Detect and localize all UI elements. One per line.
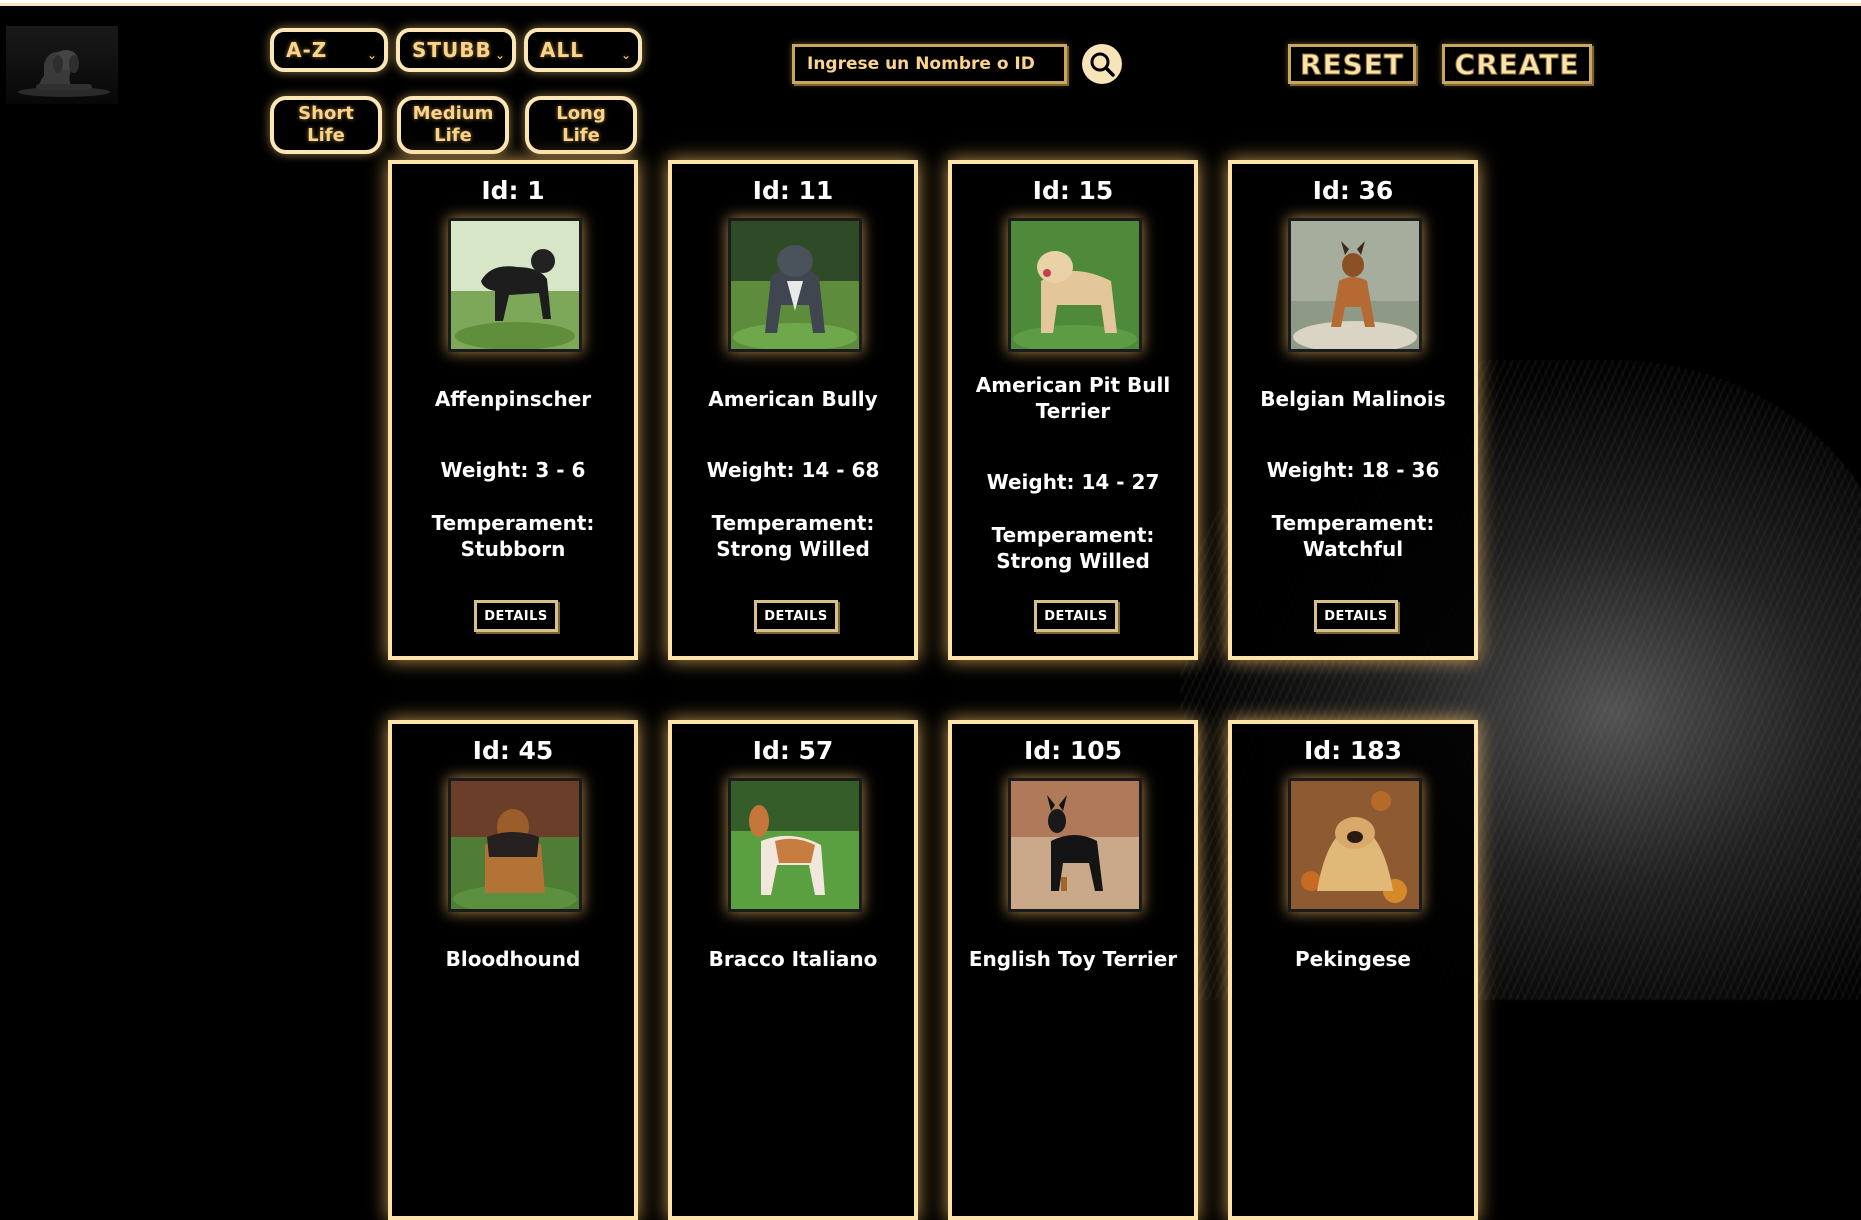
card-name: Belgian Malinois <box>1260 387 1446 411</box>
dog-photo <box>728 778 862 912</box>
dog-card: Id: 57 Bracco Italiano <box>668 720 918 1220</box>
card-name: English Toy Terrier <box>968 947 1178 971</box>
dog-photo <box>1008 218 1142 352</box>
temperament-value: Watchful <box>1302 537 1404 561</box>
long-life-label: Long Life <box>556 103 606 146</box>
reset-label: RESET <box>1299 47 1405 81</box>
sort-select-value: A-Z <box>286 38 328 62</box>
dog-card: Id: 183 Pekingese <box>1228 720 1478 1220</box>
card-name: Bloodhound <box>445 947 581 971</box>
card-weight: Weight: 3 - 6 <box>440 458 586 482</box>
dog-photo <box>448 218 582 352</box>
card-id: Id: 11 <box>752 176 834 205</box>
temperament-select-value: STUBB <box>412 38 492 62</box>
sort-select[interactable]: A-Z ⌄ <box>270 28 388 72</box>
chevron-down-icon: ⌄ <box>366 48 378 62</box>
temperament-label: Temperament: <box>431 511 595 535</box>
dog-photo <box>1288 218 1422 352</box>
medium-life-label: Medium Life <box>412 103 494 146</box>
dog-card: Id: 15 American Pit Bull Terrier Weight:… <box>948 160 1198 660</box>
card-name: Pekingese <box>1295 947 1411 971</box>
card-weight: Weight: 14 - 68 <box>706 458 880 482</box>
short-life-button[interactable]: Short Life <box>270 96 382 154</box>
temperament-select[interactable]: STUBB ⌄ <box>396 28 516 72</box>
temperament-label: Temperament: <box>1271 511 1435 535</box>
temperament-label: Temperament: <box>711 511 875 535</box>
card-id: Id: 45 <box>472 736 554 765</box>
card-name: Bracco Italiano <box>708 947 878 971</box>
reset-button[interactable]: RESET <box>1288 44 1416 84</box>
temperament-label: Temperament: <box>991 523 1155 547</box>
details-button[interactable]: DETAILS <box>474 600 558 632</box>
origin-select-value: ALL <box>540 38 584 62</box>
card-temperament: Temperament: Stubborn <box>402 510 624 562</box>
card-name: American Pit Bull Terrier <box>975 373 1171 423</box>
short-life-label: Short Life <box>298 103 354 146</box>
top-border <box>0 0 1861 6</box>
dog-photo <box>728 218 862 352</box>
card-weight: Weight: 18 - 36 <box>1266 458 1440 482</box>
dog-photo <box>1008 778 1142 912</box>
card-name: Affenpinscher <box>434 387 592 411</box>
card-temperament: Temperament: Strong Willed <box>962 522 1184 574</box>
dog-card: Id: 45 Bloodhound <box>388 720 638 1220</box>
create-label: CREATE <box>1454 47 1580 81</box>
card-name: American Bully <box>708 387 878 411</box>
card-id: Id: 105 <box>1023 736 1123 765</box>
temperament-value: Stubborn <box>460 537 566 561</box>
card-id: Id: 57 <box>752 736 834 765</box>
card-temperament: Temperament: Watchful <box>1242 510 1464 562</box>
dog-card: Id: 105 English Toy Terrier <box>948 720 1198 1220</box>
card-id: Id: 1 <box>481 176 545 205</box>
details-button[interactable]: DETAILS <box>754 600 838 632</box>
dog-card: Id: 1 Affenpinscher Weight: 3 - 6 Temper… <box>388 160 638 660</box>
card-temperament: Temperament: Strong Willed <box>682 510 904 562</box>
card-id: Id: 36 <box>1312 176 1394 205</box>
details-button[interactable]: DETAILS <box>1034 600 1118 632</box>
dog-photo <box>1288 778 1422 912</box>
search-button[interactable] <box>1082 44 1122 84</box>
dog-card: Id: 36 Belgian Malinois Weight: 18 - 36 … <box>1228 160 1478 660</box>
chevron-down-icon: ⌄ <box>494 48 506 62</box>
temperament-value: Strong Willed <box>716 537 870 561</box>
dog-card: Id: 11 American Bully Weight: 14 - 68 Te… <box>668 160 918 660</box>
chevron-down-icon: ⌄ <box>620 48 632 62</box>
long-life-button[interactable]: Long Life <box>525 96 637 154</box>
create-button[interactable]: CREATE <box>1442 44 1592 84</box>
origin-select[interactable]: ALL ⌄ <box>524 28 642 72</box>
logo-dog-icon[interactable] <box>6 26 118 104</box>
details-button[interactable]: DETAILS <box>1314 600 1398 632</box>
search-input[interactable] <box>792 44 1067 84</box>
card-id: Id: 183 <box>1303 736 1403 765</box>
card-id: Id: 15 <box>1032 176 1114 205</box>
temperament-value: Strong Willed <box>996 549 1150 573</box>
card-weight: Weight: 14 - 27 <box>986 470 1160 494</box>
medium-life-button[interactable]: Medium Life <box>397 96 509 154</box>
dog-photo <box>448 778 582 912</box>
search-icon <box>1090 52 1115 77</box>
